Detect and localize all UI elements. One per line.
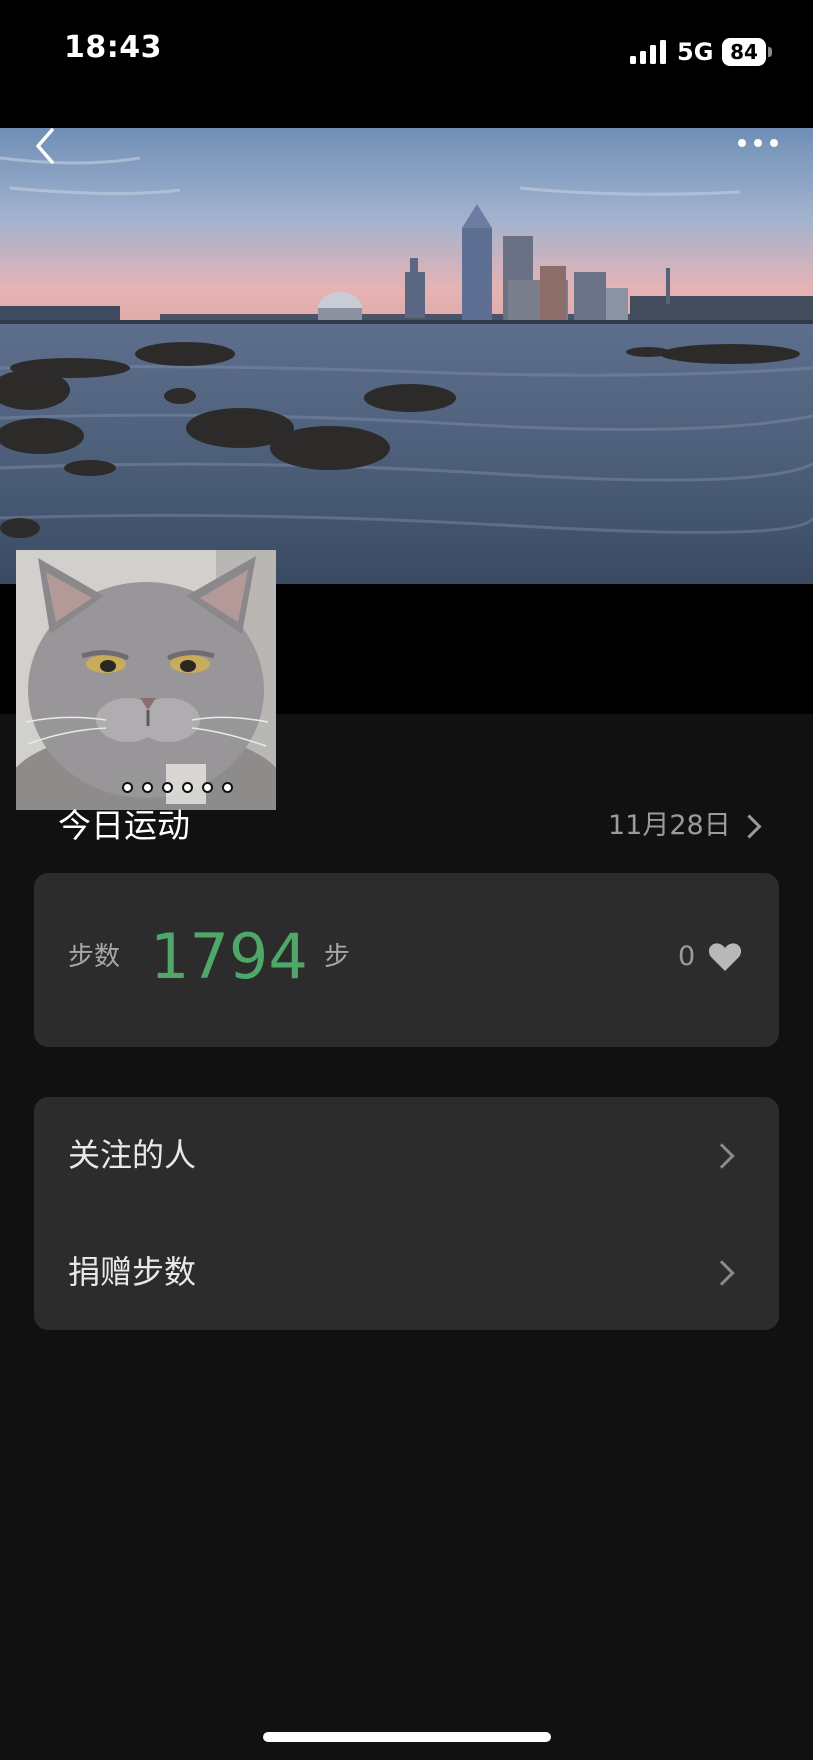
wechat-sports-profile-screen: 18:43 5G 84 今日运动 11月28日 步数 1794 步 0 关注的人… (0, 0, 813, 1760)
date-selector[interactable]: 11月28日 (608, 806, 762, 846)
more-options-button[interactable] (734, 130, 782, 156)
menu-item-donate-steps[interactable]: 捐赠步数 (34, 1214, 779, 1330)
steps-count: 1794 (150, 920, 308, 993)
status-time: 18:43 (64, 30, 162, 65)
menu-item-following[interactable]: 关注的人 (34, 1097, 779, 1213)
indicator-dot (202, 782, 213, 793)
cellular-signal-icon (630, 40, 666, 64)
battery-tip (768, 47, 772, 57)
steps-card[interactable]: 步数 1794 步 0 (34, 873, 779, 1047)
menu-card: 关注的人 捐赠步数 (34, 1097, 779, 1330)
menu-item-label: 关注的人 (68, 1136, 197, 1174)
likes-count: 0 (678, 941, 696, 972)
battery-icon: 84 (722, 38, 774, 66)
cover-photo[interactable] (0, 128, 813, 584)
chevron-right-icon (709, 1260, 735, 1286)
avatar-page-indicator (122, 782, 233, 798)
cat-avatar-art (16, 550, 276, 810)
battery-level: 84 (730, 40, 758, 64)
indicator-dot (162, 782, 173, 793)
cover-photo-art (0, 128, 813, 584)
indicator-dot (182, 782, 193, 793)
ellipsis-icon (738, 139, 746, 147)
menu-item-label: 捐赠步数 (68, 1253, 197, 1291)
heart-icon[interactable] (708, 942, 742, 972)
network-type-label: 5G (677, 38, 714, 66)
back-button[interactable] (28, 124, 64, 168)
indicator-dot (122, 782, 133, 793)
today-activity-title: 今日运动 (58, 806, 190, 845)
indicator-dot (222, 782, 233, 793)
steps-unit: 步 (324, 942, 351, 972)
steps-label: 步数 (68, 942, 121, 972)
date-label: 11月28日 (608, 810, 731, 841)
chevron-right-icon (709, 1143, 735, 1169)
chevron-right-icon (737, 813, 762, 839)
status-bar: 18:43 5G 84 (0, 0, 813, 104)
home-indicator[interactable] (263, 1732, 551, 1742)
indicator-dot (142, 782, 153, 793)
user-avatar[interactable] (16, 550, 276, 810)
